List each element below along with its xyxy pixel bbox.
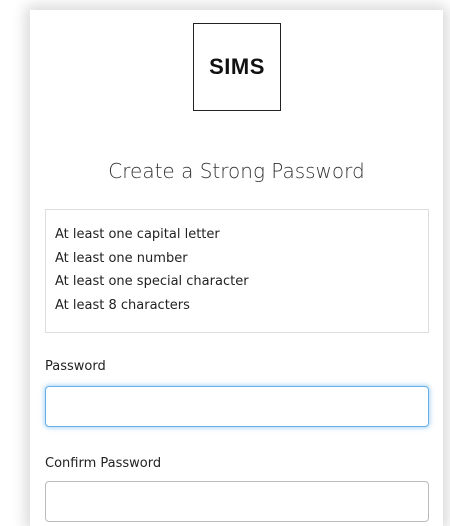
password-input[interactable] — [45, 386, 429, 427]
requirement-min-length: At least 8 characters — [55, 297, 190, 313]
confirm-password-input[interactable] — [45, 481, 429, 522]
create-password-card: SIMS Create a Strong Password At least o… — [30, 10, 443, 526]
page-title: Create a Strong Password — [108, 159, 365, 183]
confirm-password-label: Confirm Password — [45, 456, 162, 471]
password-requirements: At least one capital letter At least one… — [45, 209, 429, 333]
requirement-special-character: At least one special character — [55, 274, 249, 289]
requirement-capital-letter: At least one capital letter — [55, 227, 220, 242]
logo-text: SIMS — [209, 54, 265, 79]
sims-logo: SIMS — [193, 23, 281, 111]
password-label: Password — [45, 359, 106, 374]
requirement-number: At least one number — [55, 250, 188, 266]
